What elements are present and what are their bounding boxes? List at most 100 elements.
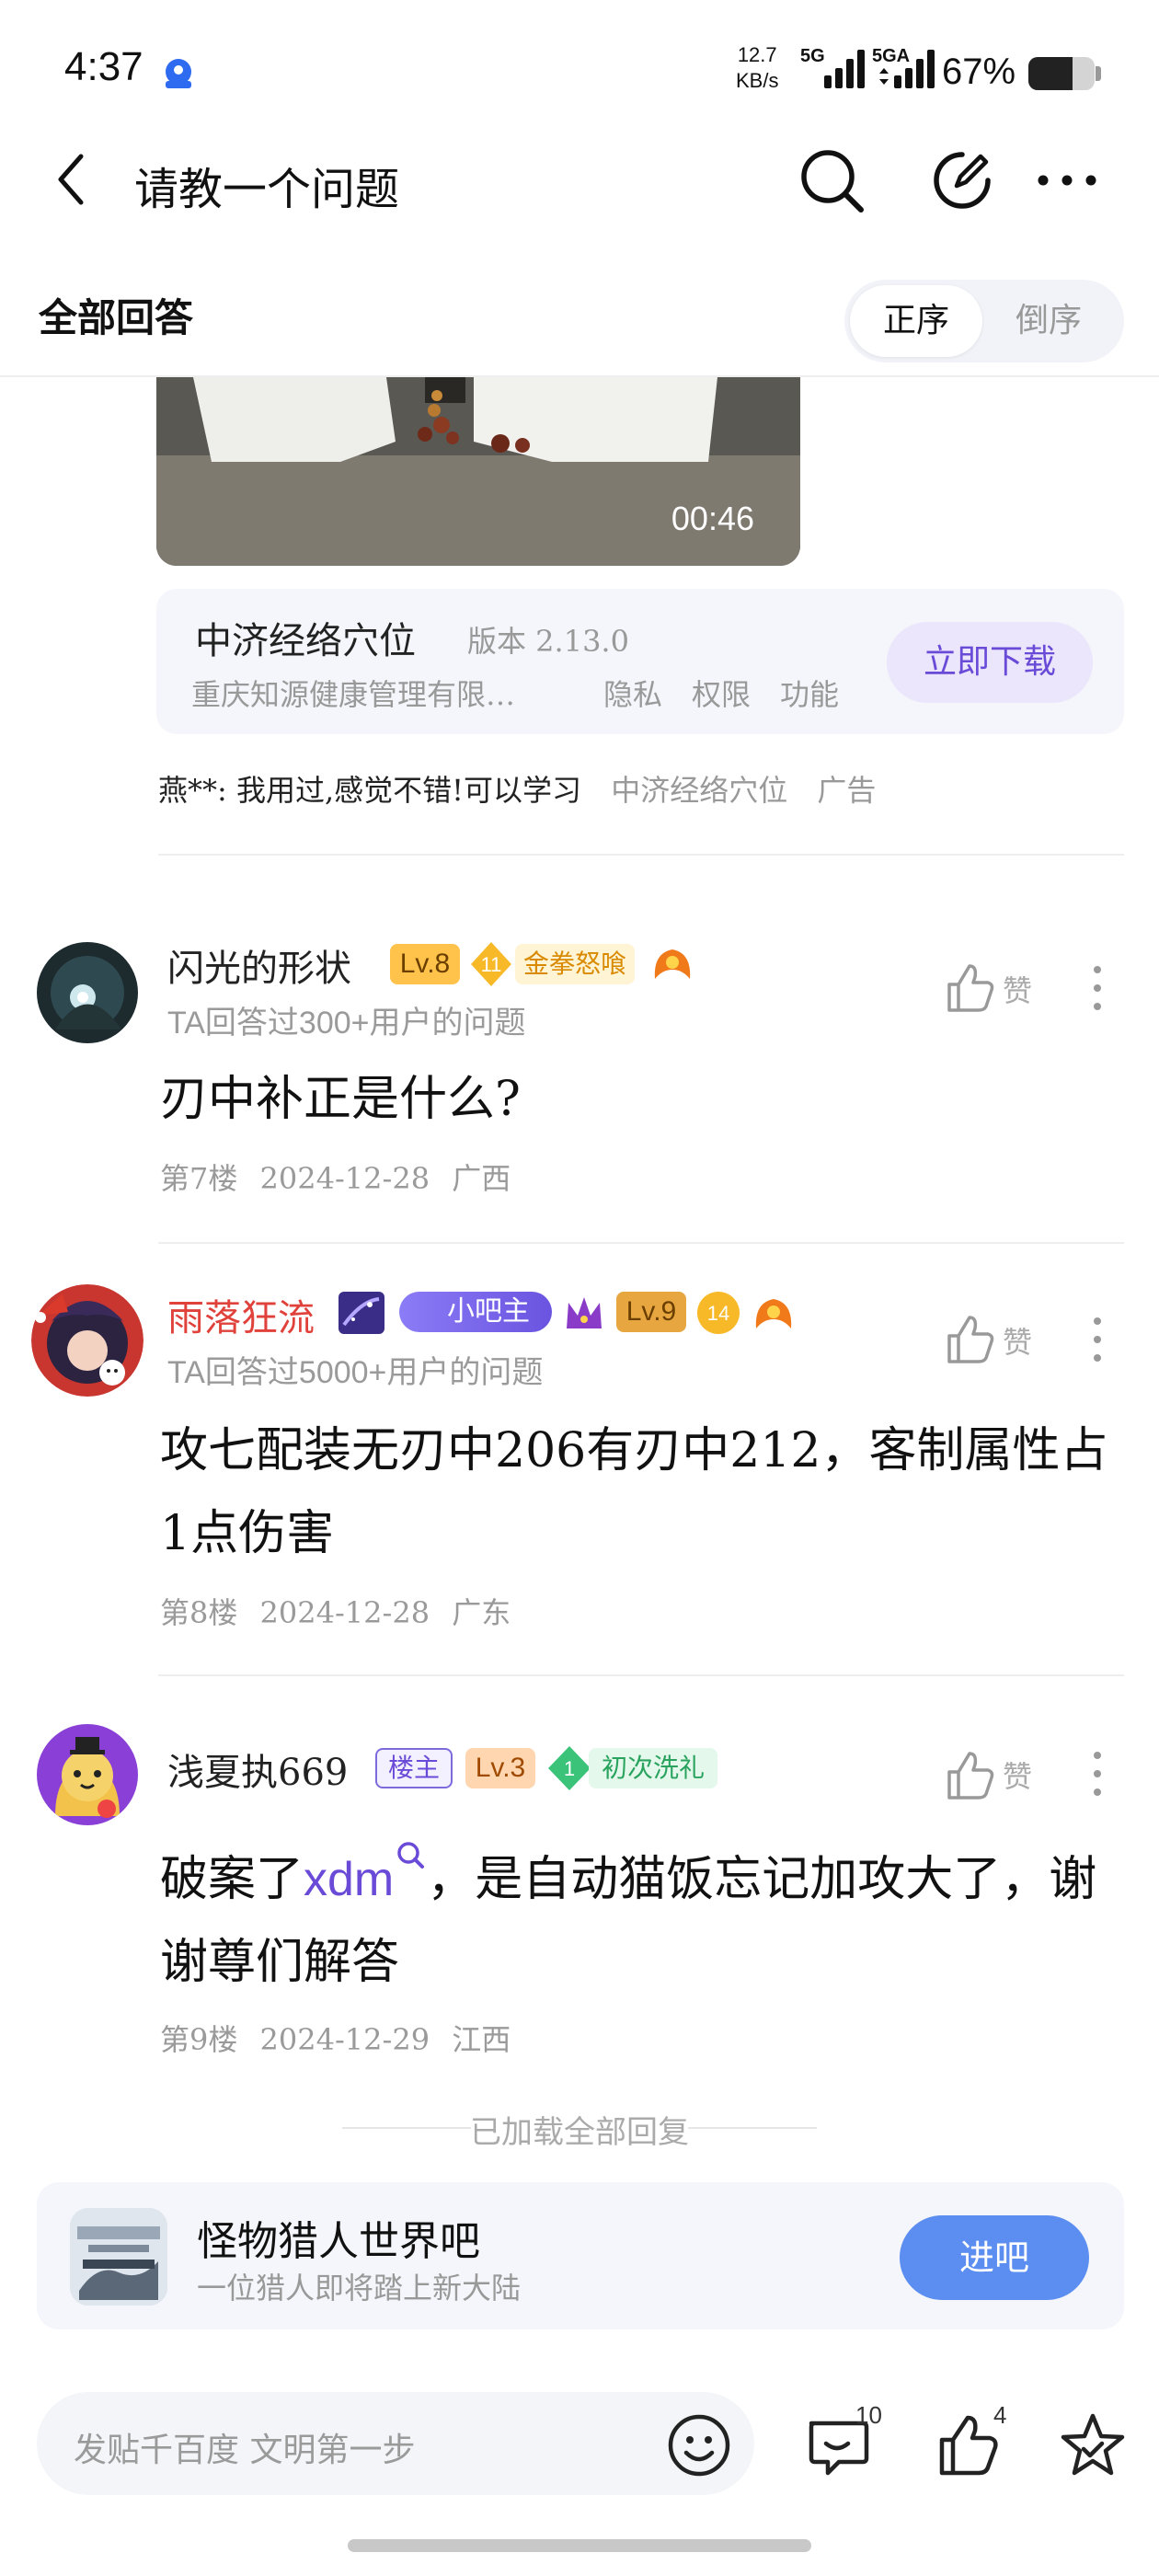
edit-icon[interactable] xyxy=(925,144,999,217)
net-speed-unit: KB/s xyxy=(736,69,779,92)
forum-card[interactable]: 怪物猎人世界吧 一位猎人即将踏上新大陆 进吧 xyxy=(37,2182,1124,2329)
sort-asc-button[interactable]: 正序 xyxy=(850,285,982,357)
loaded-all-label: 已加载全部回复 xyxy=(470,2114,689,2151)
divider xyxy=(158,1674,1124,1676)
battery-percent: 67% xyxy=(942,52,1016,92)
floor-number: 第9楼 xyxy=(160,2022,238,2057)
title-badge: 金拳怒喰 xyxy=(515,944,635,984)
ad-app-name: 中济经络穴位 xyxy=(195,620,416,662)
sort-toggle: 正序 倒序 xyxy=(844,280,1124,362)
thumbs-up-icon[interactable] xyxy=(942,1748,997,1803)
medal-number: 11 xyxy=(481,953,502,976)
post-location: 江西 xyxy=(452,2022,511,2057)
net-speed-value: 12.7 xyxy=(737,43,777,66)
net-speed: 12.7 KB/s xyxy=(736,42,778,94)
post-meta: 第8楼 2024-12-28 广东 xyxy=(160,1590,511,1632)
username[interactable]: 闪光的形状 xyxy=(167,938,351,992)
floor-number: 第7楼 xyxy=(160,1161,238,1196)
post-content: 刃中补正是什么? xyxy=(160,1072,521,1127)
thumbs-up-icon[interactable] xyxy=(933,2410,1003,2480)
divider xyxy=(158,854,1124,856)
more-vertical-icon[interactable] xyxy=(1084,1746,1111,1801)
app-ad-card[interactable]: 中济经络穴位 版本 2.13.0 重庆知源健康管理有限… 隐私 权限 功能 立即… xyxy=(156,589,1124,734)
forum-description: 一位猎人即将踏上新大陆 xyxy=(197,2271,522,2306)
video-duration: 00:46 xyxy=(671,500,754,537)
ad-app-version: 版本 2.13.0 xyxy=(467,624,629,659)
like-count: 4 xyxy=(993,2401,1007,2429)
answers-header: 全部回答 正序 倒序 xyxy=(0,258,1159,377)
battery-fill xyxy=(1028,57,1073,90)
signal-icon xyxy=(879,50,935,88)
medal-number: 1 xyxy=(564,1757,575,1780)
post-date: 2024-12-29 xyxy=(259,2022,430,2057)
level-badge: Lv.9 xyxy=(616,1292,686,1332)
username[interactable]: 雨落狂流 xyxy=(167,1288,315,1341)
avatar[interactable] xyxy=(31,1284,143,1397)
more-vertical-icon[interactable] xyxy=(1084,1312,1111,1367)
ad-tag: 广告 xyxy=(817,773,877,808)
like-label[interactable]: 赞 xyxy=(1003,1319,1032,1362)
post-date: 2024-12-28 xyxy=(259,1595,430,1630)
reply-input[interactable]: 发贴千百度 文明第一步 xyxy=(37,2392,754,2495)
signal-icon xyxy=(824,50,865,88)
emoji-icon[interactable] xyxy=(666,2412,732,2478)
thumbs-up-icon[interactable] xyxy=(942,1312,997,1367)
home-indicator[interactable] xyxy=(348,2539,811,2552)
video-thumbnail[interactable]: 00:46 xyxy=(156,377,800,566)
ad-comment-user: 燕**: xyxy=(158,773,227,808)
baidu-paw-icon xyxy=(166,59,191,88)
answers-title: 全部回答 xyxy=(39,295,194,340)
ad-company: 重庆知源健康管理有限… xyxy=(191,677,516,712)
sort-desc-button[interactable]: 倒序 xyxy=(982,285,1115,357)
ad-privacy-link[interactable]: 隐私 xyxy=(603,672,662,714)
like-label[interactable]: 赞 xyxy=(1003,1754,1032,1796)
ad-permission-link[interactable]: 权限 xyxy=(692,672,751,714)
post-location: 广西 xyxy=(452,1161,511,1196)
post-date: 2024-12-28 xyxy=(259,1161,430,1196)
thumbs-up-icon[interactable] xyxy=(942,960,997,1016)
post-content-start: 破案了 xyxy=(160,1852,304,1907)
floor-number: 第8楼 xyxy=(160,1595,238,1630)
comment-count: 10 xyxy=(855,2401,882,2429)
avatar[interactable] xyxy=(37,1724,138,1825)
post-meta: 第7楼 2024-12-28 广西 xyxy=(160,1156,511,1198)
reply-placeholder: 发贴千百度 文明第一步 xyxy=(74,2432,416,2469)
more-horizontal-icon[interactable] xyxy=(1030,144,1104,217)
game-badge-icon xyxy=(755,1299,792,1328)
username[interactable]: 浅夏执669 xyxy=(167,1742,348,1796)
medal-icon: 14 xyxy=(697,1292,740,1334)
status-time: 4:37 xyxy=(64,44,143,89)
star-icon[interactable] xyxy=(1058,2410,1128,2480)
post-content: 攻七配装无刃中206有刃中212，客制属性占1点伤害 xyxy=(160,1423,1108,1561)
user-answer-stats: TA回答过300+用户的问题 xyxy=(167,1006,526,1041)
status-bar: 4:37 12.7 KB/s 5G 5GA 67% xyxy=(0,0,1159,138)
role-badge-op: 楼主 xyxy=(375,1748,453,1788)
forum-name: 怪物猎人世界吧 xyxy=(197,2218,480,2265)
ad-feature-link[interactable]: 功能 xyxy=(780,672,839,714)
forum-logo xyxy=(70,2208,167,2306)
level-badge: Lv.3 xyxy=(465,1748,535,1788)
level-badge: Lv.8 xyxy=(390,944,460,984)
battery-icon xyxy=(1028,57,1095,90)
role-badge-moderator: 小吧主 xyxy=(399,1292,552,1332)
battery-cap xyxy=(1096,66,1101,81)
mention-link[interactable]: xdm xyxy=(304,1842,427,1906)
search-icon[interactable] xyxy=(795,144,868,217)
ad-comment-text: 我用过,感觉不错!可以学习 xyxy=(235,773,582,808)
join-forum-button[interactable]: 进吧 xyxy=(900,2215,1089,2300)
post-content: 破案了xdm ，是自动猫饭忘记加攻大了，谢谢尊们解答 xyxy=(160,1838,1126,2004)
download-button[interactable]: 立即下载 xyxy=(887,622,1093,703)
post-meta: 第9楼 2024-12-29 江西 xyxy=(160,2017,511,2059)
avatar[interactable] xyxy=(37,942,138,1043)
divider xyxy=(158,1242,1124,1244)
user-answer-stats: TA回答过5000+用户的问题 xyxy=(167,1355,544,1390)
more-vertical-icon[interactable] xyxy=(1084,960,1111,1016)
like-label[interactable]: 赞 xyxy=(1003,968,1032,1010)
search-icon xyxy=(397,1842,425,1869)
chevron-left-icon[interactable] xyxy=(48,147,94,212)
page-title: 请教一个问题 xyxy=(134,164,400,215)
game-badge-icon xyxy=(654,949,691,979)
crown-icon xyxy=(567,1297,602,1328)
medal-number: 14 xyxy=(707,1302,729,1325)
post-location: 广东 xyxy=(452,1595,511,1630)
